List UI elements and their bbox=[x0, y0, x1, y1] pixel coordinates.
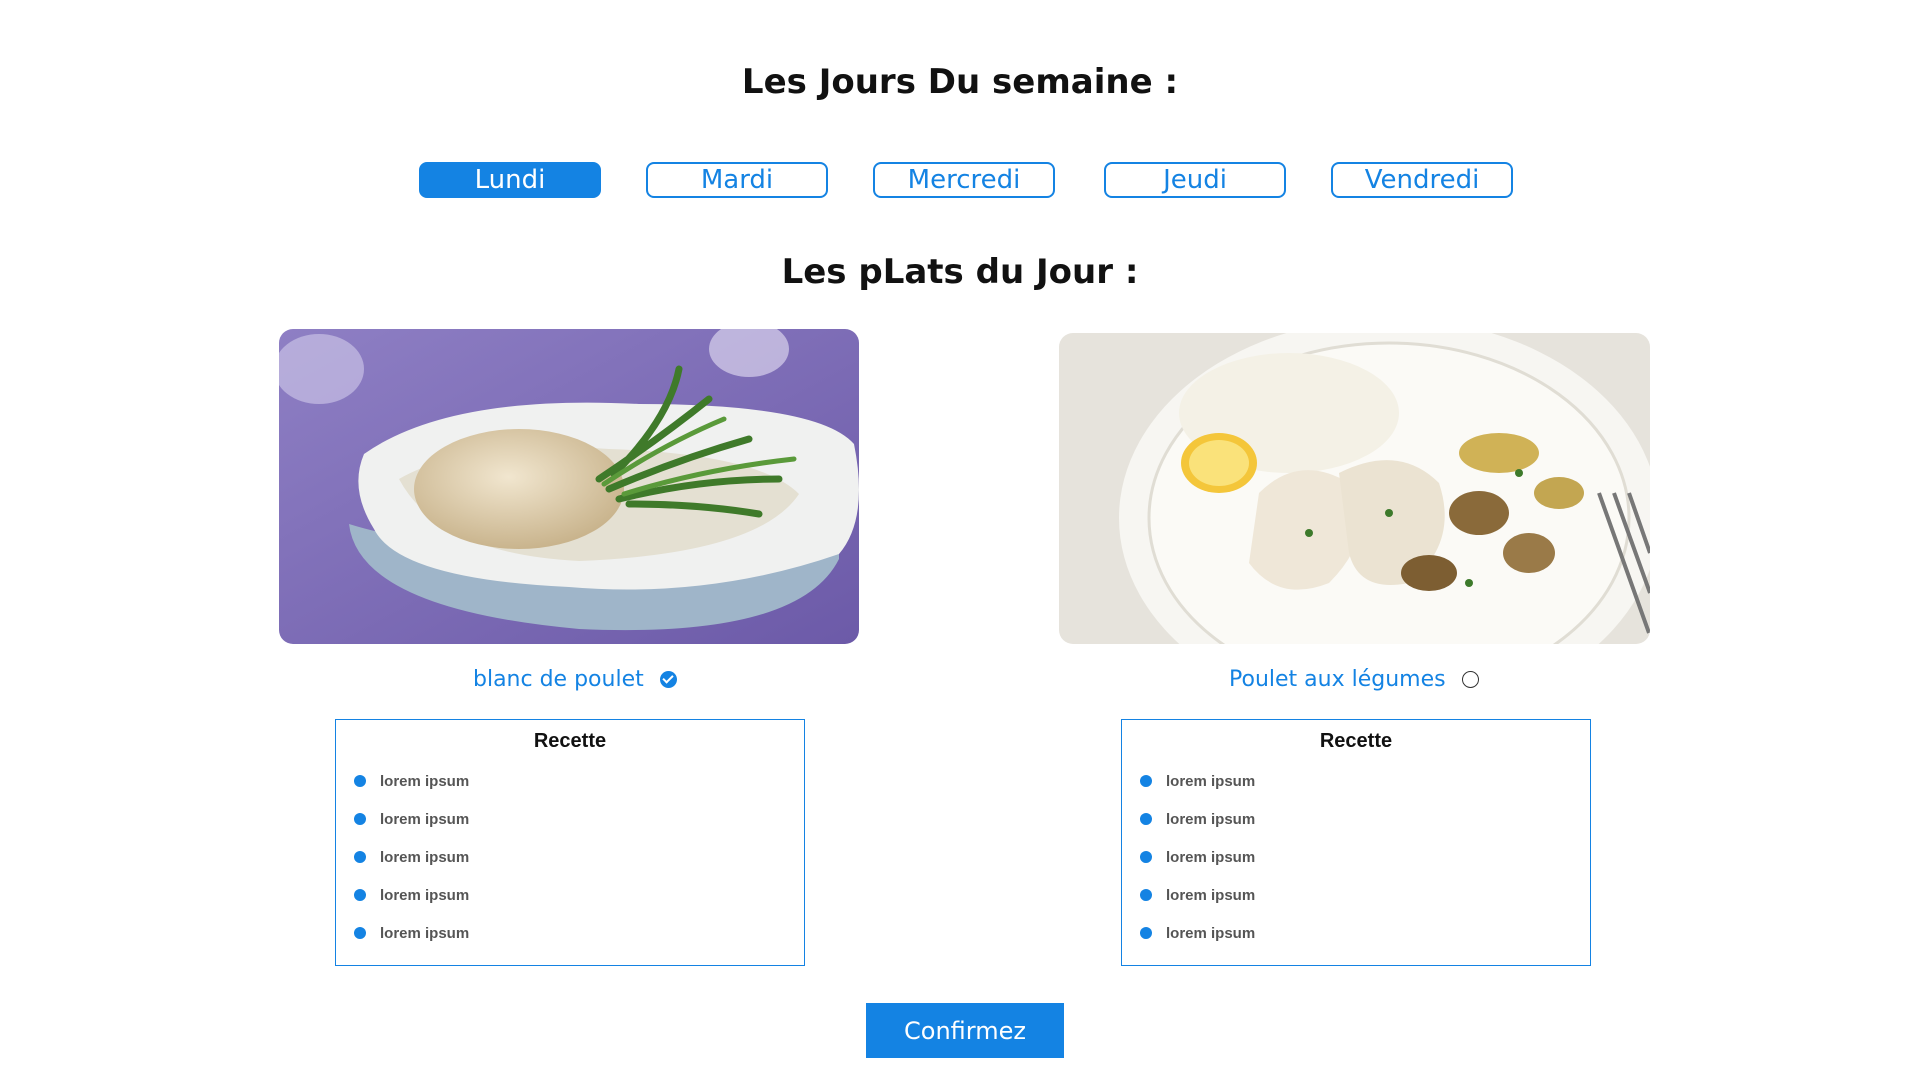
dish-photo-chicken-breast bbox=[279, 329, 859, 644]
dish-option-blanc-de-poulet[interactable]: blanc de poulet bbox=[473, 662, 677, 696]
bullet-icon bbox=[1140, 775, 1152, 787]
page: Les Jours Du semaine : Lundi Mardi Mercr… bbox=[0, 0, 1920, 1080]
selected-check-icon[interactable] bbox=[659, 670, 677, 688]
list-item: lorem ipsum bbox=[1140, 800, 1255, 838]
confirm-button[interactable]: Confirmez bbox=[866, 1003, 1064, 1058]
list-item: lorem ipsum bbox=[1140, 838, 1255, 876]
recipe-list: lorem ipsum lorem ipsum lorem ipsum lore… bbox=[354, 762, 469, 952]
recipe-card: Recette lorem ipsum lorem ipsum lorem ip… bbox=[335, 719, 805, 966]
bullet-icon bbox=[354, 889, 366, 901]
list-item: lorem ipsum bbox=[354, 762, 469, 800]
dish-photo-chicken-vegetables bbox=[1059, 333, 1650, 644]
days-heading: Les Jours Du semaine : bbox=[741, 62, 1179, 102]
bullet-icon bbox=[354, 927, 366, 939]
bullet-icon bbox=[1140, 813, 1152, 825]
chicken-with-rice-photo-icon bbox=[1059, 333, 1650, 644]
chicken-breast-photo-icon bbox=[279, 329, 859, 644]
radio-empty-icon[interactable] bbox=[1461, 670, 1479, 688]
list-item: lorem ipsum bbox=[1140, 762, 1255, 800]
dish-name-label: Poulet aux légumes bbox=[1229, 666, 1446, 692]
tab-mardi[interactable]: Mardi bbox=[646, 162, 828, 198]
bullet-icon bbox=[1140, 851, 1152, 863]
dish-option-poulet-aux-legumes[interactable]: Poulet aux légumes bbox=[1229, 662, 1479, 696]
dish-name-label: blanc de poulet bbox=[473, 666, 644, 692]
list-item: lorem ipsum bbox=[354, 800, 469, 838]
bullet-icon bbox=[354, 775, 366, 787]
tab-lundi[interactable]: Lundi bbox=[419, 162, 601, 198]
recipe-list: lorem ipsum lorem ipsum lorem ipsum lore… bbox=[1140, 762, 1255, 952]
dishes-heading: Les pLats du Jour : bbox=[781, 252, 1139, 292]
bullet-icon bbox=[1140, 927, 1152, 939]
list-item: lorem ipsum bbox=[1140, 876, 1255, 914]
bullet-icon bbox=[1140, 889, 1152, 901]
bullet-icon bbox=[354, 813, 366, 825]
list-item: lorem ipsum bbox=[354, 876, 469, 914]
day-tabs: Lundi Mardi Mercredi Jeudi Vendredi bbox=[0, 162, 1920, 198]
list-item: lorem ipsum bbox=[354, 838, 469, 876]
list-item: lorem ipsum bbox=[354, 914, 469, 952]
recipe-title: Recette bbox=[1319, 730, 1393, 752]
recipe-title: Recette bbox=[533, 730, 607, 752]
tab-vendredi[interactable]: Vendredi bbox=[1331, 162, 1513, 198]
bullet-icon bbox=[354, 851, 366, 863]
list-item: lorem ipsum bbox=[1140, 914, 1255, 952]
tab-jeudi[interactable]: Jeudi bbox=[1104, 162, 1286, 198]
recipe-card: Recette lorem ipsum lorem ipsum lorem ip… bbox=[1121, 719, 1591, 966]
tab-mercredi[interactable]: Mercredi bbox=[873, 162, 1055, 198]
